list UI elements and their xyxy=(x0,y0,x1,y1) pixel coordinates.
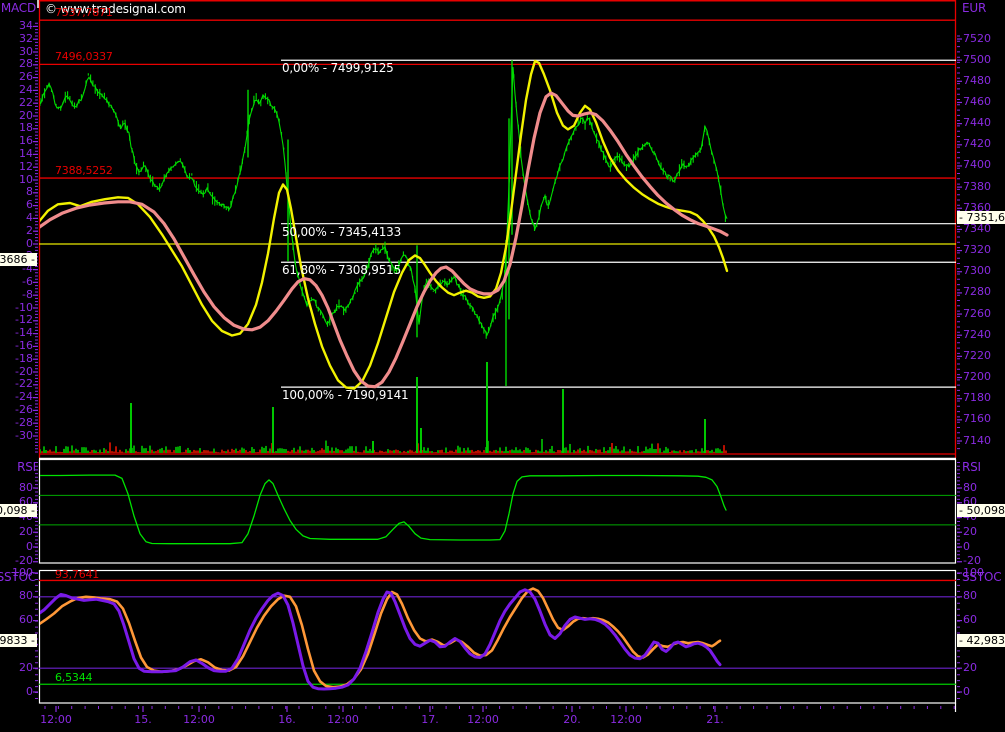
time-axis-label: 16. xyxy=(267,713,307,726)
axis-tick-label: 80 xyxy=(19,482,33,494)
rsi-panel-title-right: RSI xyxy=(962,461,981,474)
time-axis-label: 12:00 xyxy=(323,713,363,726)
axis-tick-label: 7240 xyxy=(963,329,991,341)
axis-tick-label: 7400 xyxy=(963,159,991,171)
macd-value-tag: 2,3686 xyxy=(0,253,37,266)
axis-tick-label: 32 xyxy=(19,33,33,45)
axis-tick-label: 26 xyxy=(19,71,33,83)
axis-tick-label: 30 xyxy=(19,46,33,58)
sstoc-upper-level-label: 93,7641 xyxy=(55,568,99,581)
axis-tick-label: 6 xyxy=(26,199,33,211)
axis-tick-label: 60 xyxy=(963,614,977,626)
axis-tick-label: 34 xyxy=(19,20,33,32)
axis-tick-label: 0 xyxy=(26,238,33,250)
time-axis-label: 12:00 xyxy=(36,713,76,726)
macd-panel-title: MACD xyxy=(1,2,36,15)
axis-tick-label: 20 xyxy=(19,662,33,674)
fibonacci-level-label: 100,00% - 7190,9141 xyxy=(282,389,408,402)
axis-tick-label: -18 xyxy=(15,353,33,365)
axis-tick-label: 7380 xyxy=(963,181,991,193)
chart-canvas[interactable] xyxy=(0,0,1005,732)
axis-tick-label: 10 xyxy=(19,174,33,186)
sstoc-lower-level-label: 6,5344 xyxy=(55,671,92,684)
axis-tick-label: 7480 xyxy=(963,75,991,87)
axis-tick-label: 14 xyxy=(19,148,33,160)
axis-tick-label: 20 xyxy=(963,526,977,538)
axis-tick-label: 20 xyxy=(963,662,977,674)
tradesignal-chart-window: © www.tradesignal.com MACD EUR RSI RSI S… xyxy=(0,0,1005,732)
axis-tick-label: 7180 xyxy=(963,392,991,404)
price-value-tag: 7351,6 xyxy=(957,211,1005,224)
axis-tick-label: 7260 xyxy=(963,308,991,320)
axis-tick-label: 20 xyxy=(19,526,33,538)
axis-tick-label: 100 xyxy=(12,567,33,579)
axis-tick-label: 4 xyxy=(26,212,33,224)
axis-tick-label: 60 xyxy=(19,614,33,626)
axis-tick-label: -24 xyxy=(15,391,33,403)
axis-tick-label: 16 xyxy=(19,135,33,147)
axis-tick-label: -6 xyxy=(22,276,33,288)
axis-tick-label: 7440 xyxy=(963,117,991,129)
axis-tick-label: 0 xyxy=(963,686,970,698)
axis-tick-label: -30 xyxy=(15,430,33,442)
price-level-label: 7388,5252 xyxy=(55,164,113,177)
fibonacci-level-label: 0,00% - 7499,9125 xyxy=(282,62,394,75)
axis-tick-label: 100 xyxy=(963,567,984,579)
axis-tick-label: 7500 xyxy=(963,54,991,66)
fibonacci-level-label: 61,80% - 7308,9515 xyxy=(282,264,401,277)
axis-tick-label: 80 xyxy=(19,590,33,602)
axis-tick-label: 0 xyxy=(26,686,33,698)
axis-tick-label: -26 xyxy=(15,404,33,416)
axis-tick-label: 7160 xyxy=(963,413,991,425)
price-level-label: 7537,7871 xyxy=(55,6,113,19)
time-axis-label: 12:00 xyxy=(179,713,219,726)
axis-tick-label: 0 xyxy=(963,541,970,553)
axis-tick-label: 8 xyxy=(26,186,33,198)
axis-tick-label: -10 xyxy=(15,302,33,314)
rsi-value-tag-right: 50,098 xyxy=(957,504,1005,517)
axis-tick-label: 0 xyxy=(26,541,33,553)
axis-tick-label: -28 xyxy=(15,417,33,429)
axis-tick-label: 7140 xyxy=(963,435,991,447)
axis-tick-label: 2 xyxy=(26,225,33,237)
axis-tick-label: 20 xyxy=(19,110,33,122)
time-axis-label: 21. xyxy=(695,713,735,726)
axis-tick-label: 24 xyxy=(19,84,33,96)
axis-tick-label: -8 xyxy=(22,289,33,301)
axis-tick-label: 7520 xyxy=(963,33,991,45)
rsi-panel-title-left: RSI xyxy=(17,461,36,474)
axis-tick-label: 28 xyxy=(19,58,33,70)
axis-tick-label: 7340 xyxy=(963,223,991,235)
axis-tick-label: -22 xyxy=(15,378,33,390)
axis-tick-label: -16 xyxy=(15,340,33,352)
axis-tick-label: -14 xyxy=(15,327,33,339)
axis-tick-label: 12 xyxy=(19,161,33,173)
time-axis-label: 12:00 xyxy=(606,713,646,726)
time-axis-label: 17. xyxy=(410,713,450,726)
axis-tick-label: 80 xyxy=(963,590,977,602)
axis-tick-label: 7200 xyxy=(963,371,991,383)
eur-axis-title: EUR xyxy=(962,2,986,15)
sstoc-value-tag-left: 2,9833 xyxy=(0,634,37,647)
axis-tick-label: 7320 xyxy=(963,244,991,256)
axis-tick-label: 22 xyxy=(19,97,33,109)
axis-tick-label: -12 xyxy=(15,314,33,326)
axis-tick-label: -20 xyxy=(15,366,33,378)
axis-tick-label: 7220 xyxy=(963,350,991,362)
axis-tick-label: 7420 xyxy=(963,138,991,150)
axis-tick-label: 80 xyxy=(963,482,977,494)
rsi-value-tag-left: 50,098 xyxy=(0,504,37,517)
time-axis-label: 12:00 xyxy=(463,713,503,726)
time-axis-label: 15. xyxy=(123,713,163,726)
axis-tick-label: 18 xyxy=(19,122,33,134)
fibonacci-level-label: 50,00% - 7345,4133 xyxy=(282,226,401,239)
axis-tick-label: 7300 xyxy=(963,265,991,277)
price-level-label: 7496,0337 xyxy=(55,50,113,63)
time-axis-label: 20. xyxy=(552,713,592,726)
axis-tick-label: 7280 xyxy=(963,286,991,298)
sstoc-value-tag-right: 42,9833 xyxy=(957,634,1005,647)
axis-tick-label: 7460 xyxy=(963,96,991,108)
